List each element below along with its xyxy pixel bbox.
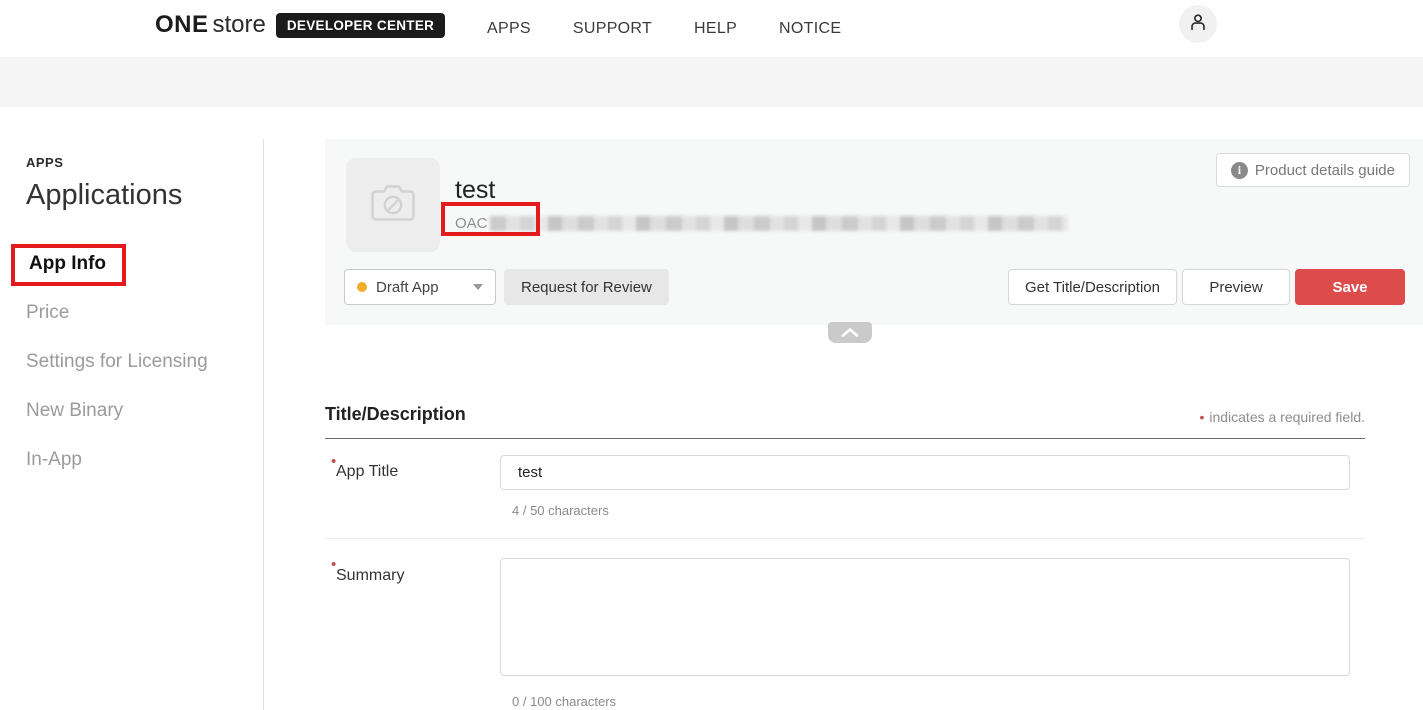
sidebar-item-new-binary[interactable]: New Binary: [26, 400, 263, 422]
required-field-note: • indicates a required field.: [1199, 409, 1365, 425]
app-title-input[interactable]: [500, 455, 1350, 490]
required-bullet-icon: •: [1199, 409, 1204, 425]
status-dot-icon: [357, 282, 367, 292]
top-nav: APPS SUPPORT HELP NOTICE: [487, 0, 841, 57]
sidebar-title: Applications: [26, 179, 263, 212]
sidebar-item-price[interactable]: Price: [26, 302, 263, 324]
section-title: Title/Description: [325, 404, 466, 425]
nav-help[interactable]: HELP: [694, 20, 737, 38]
onestore-logo[interactable]: ONE store DEVELOPER CENTER: [155, 11, 445, 39]
sidebar-nav: App Info Price Settings for Licensing Ne…: [26, 250, 263, 471]
required-note-text: indicates a required field.: [1209, 409, 1365, 425]
sidebar-item-settings-licensing[interactable]: Settings for Licensing: [26, 351, 263, 373]
sidebar: APPS Applications App Info Price Setting…: [0, 139, 264, 710]
logo-one-text: ONE: [155, 11, 209, 39]
action-row: Draft App Request for Review Get Title/D…: [325, 269, 1423, 305]
app-status-dropdown[interactable]: Draft App: [344, 269, 496, 305]
required-asterisk: •: [331, 453, 336, 470]
get-title-description-button[interactable]: Get Title/Description: [1008, 269, 1177, 305]
user-icon: [1187, 11, 1209, 38]
save-button[interactable]: Save: [1295, 269, 1405, 305]
sub-header-banner: [0, 57, 1423, 107]
app-id-redacted-blur: [490, 216, 1068, 231]
summary-field-main: 0 / 100 characters: [500, 558, 1365, 709]
nav-notice[interactable]: NOTICE: [779, 20, 841, 38]
section-header: Title/Description • indicates a required …: [325, 404, 1365, 439]
summary-label: • Summary: [325, 558, 500, 709]
sidebar-item-app-info[interactable]: App Info: [11, 244, 126, 286]
app-title-field-main: 4 / 50 characters: [500, 455, 1365, 518]
nav-apps[interactable]: APPS: [487, 20, 531, 38]
user-account-button[interactable]: [1179, 5, 1217, 43]
sidebar-section-label: APPS: [26, 155, 263, 170]
app-header-panel: test OAC i Product details guide Draft A…: [325, 139, 1423, 325]
summary-label-text: Summary: [336, 567, 404, 584]
required-asterisk: •: [331, 556, 336, 573]
logo-store-text: store: [213, 11, 266, 39]
preview-button[interactable]: Preview: [1182, 269, 1290, 305]
summary-field-row: • Summary 0 / 100 characters: [325, 539, 1365, 709]
info-icon: i: [1231, 162, 1248, 179]
app-thumbnail-placeholder[interactable]: [346, 158, 440, 252]
top-header: ONE store DEVELOPER CENTER APPS SUPPORT …: [0, 0, 1423, 57]
chevron-down-icon: [473, 284, 483, 290]
chevron-up-icon: [841, 324, 859, 342]
app-title-label-text: App Title: [336, 463, 398, 480]
title-description-section: Title/Description • indicates a required …: [325, 404, 1365, 709]
product-details-guide-button[interactable]: i Product details guide: [1216, 153, 1410, 187]
app-title-field-row: • App Title 4 / 50 characters: [325, 439, 1365, 539]
app-id-row: OAC: [455, 215, 1068, 232]
collapse-panel-button[interactable]: [828, 322, 872, 343]
no-image-camera-icon: [370, 182, 416, 229]
app-title-char-counter: 4 / 50 characters: [512, 503, 1365, 518]
summary-textarea[interactable]: [500, 558, 1350, 676]
app-title-label: • App Title: [325, 455, 500, 518]
request-for-review-button[interactable]: Request for Review: [504, 269, 669, 305]
header-action-buttons: Get Title/Description Preview Save: [1008, 269, 1405, 305]
nav-support[interactable]: SUPPORT: [573, 20, 652, 38]
guide-button-label: Product details guide: [1255, 162, 1395, 179]
app-id-text: OAC: [455, 215, 488, 232]
sidebar-item-in-app[interactable]: In-App: [26, 449, 263, 471]
app-title: test: [455, 176, 495, 205]
developer-center-badge: DEVELOPER CENTER: [276, 13, 445, 38]
status-selected-value: Draft App: [376, 279, 473, 296]
summary-char-counter: 0 / 100 characters: [512, 694, 1365, 709]
